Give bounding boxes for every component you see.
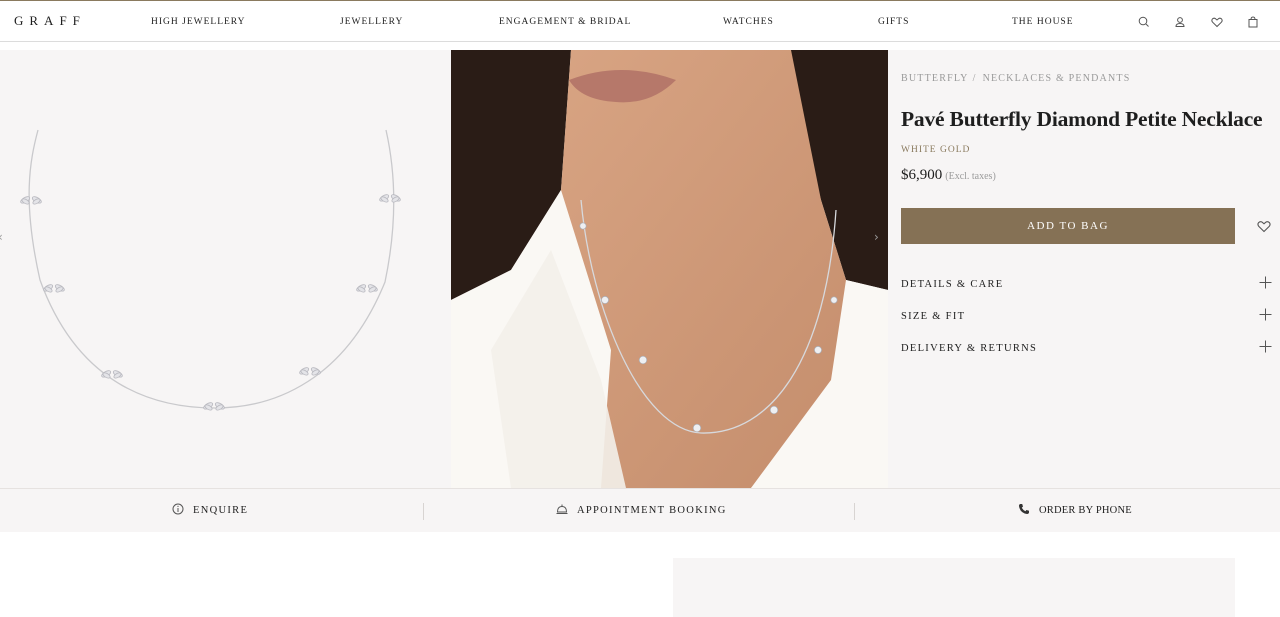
- breadcrumb-butterfly[interactable]: BUTTERFLY: [901, 73, 969, 84]
- info-icon: [172, 503, 184, 515]
- gallery-next-arrow-icon[interactable]: ›: [874, 230, 879, 244]
- accordion-details-care[interactable]: DETAILS & CARE: [901, 276, 1274, 296]
- phone-icon: [1018, 504, 1029, 515]
- gallery-prev-arrow-icon[interactable]: ‹: [0, 230, 3, 244]
- nav-watches[interactable]: WATCHES: [723, 17, 774, 27]
- bag-icon[interactable]: [1246, 15, 1260, 29]
- breadcrumb-separator: /: [972, 73, 977, 84]
- plus-icon: [1259, 340, 1272, 353]
- plus-icon: [1259, 276, 1272, 289]
- nav-high-jewellery[interactable]: HIGH JEWELLERY: [151, 17, 245, 27]
- contact-action-bar: ENQUIRE APPOINTMENT BOOKING ORDER BY PHO…: [0, 488, 1280, 532]
- metal-label: WHITE GOLD: [901, 145, 971, 155]
- accordion-delivery-returns[interactable]: DELIVERY & RETURNS: [901, 340, 1274, 360]
- necklace-illustration: [20, 129, 401, 411]
- add-to-bag-button[interactable]: ADD TO BAG: [901, 208, 1235, 244]
- graff-logo[interactable]: GRAFF: [14, 13, 86, 29]
- accordion-label: DELIVERY & RETURNS: [901, 343, 1038, 354]
- plus-icon: [1259, 308, 1272, 321]
- nav-jewellery[interactable]: JEWELLERY: [340, 17, 403, 27]
- appointment-label: APPOINTMENT BOOKING: [577, 505, 727, 516]
- search-icon[interactable]: [1137, 15, 1151, 29]
- add-to-wishlist-heart-icon[interactable]: [1256, 218, 1272, 234]
- nav-the-house[interactable]: THE HOUSE: [1012, 17, 1074, 27]
- content-placeholder: [673, 558, 1235, 617]
- tax-note: (Excl. taxes): [945, 171, 996, 182]
- account-icon[interactable]: [1173, 15, 1187, 29]
- enquire-link[interactable]: ENQUIRE: [172, 503, 248, 516]
- site-header: GRAFF HIGH JEWELLERY JEWELLERY ENGAGEMEN…: [0, 0, 1280, 42]
- nav-gifts[interactable]: GIFTS: [878, 17, 909, 27]
- model-illustration: [451, 50, 888, 488]
- concierge-bell-icon: [556, 504, 568, 514]
- divider: [854, 503, 855, 520]
- accordion-size-fit[interactable]: SIZE & FIT: [901, 308, 1274, 328]
- product-title: Pavé Butterfly Diamond Petite Necklace: [901, 107, 1263, 131]
- price-value: $6,900: [901, 167, 943, 183]
- product-info-panel: BUTTERFLY / NECKLACES & PENDANTS Pavé Butt…: [888, 50, 1280, 488]
- price: $6,900 (Excl. taxes): [901, 167, 996, 184]
- model-wearing-necklace-image[interactable]: ›: [451, 50, 888, 488]
- order-by-phone-link[interactable]: ORDER BY PHONE: [1018, 503, 1132, 516]
- breadcrumb-necklaces-pendants[interactable]: NECKLACES & PENDANTS: [983, 73, 1131, 84]
- enquire-label: ENQUIRE: [193, 505, 249, 516]
- nav-engagement-bridal[interactable]: ENGAGEMENT & BRIDAL: [499, 17, 631, 27]
- divider: [423, 503, 424, 520]
- appointment-booking-link[interactable]: APPOINTMENT BOOKING: [556, 503, 727, 516]
- accordion-label: DETAILS & CARE: [901, 279, 1004, 290]
- accordion-label: SIZE & FIT: [901, 311, 966, 322]
- necklace-product-image[interactable]: ‹: [0, 50, 451, 488]
- breadcrumb: BUTTERFLY / NECKLACES & PENDANTS: [901, 73, 1130, 84]
- wishlist-icon[interactable]: [1210, 15, 1224, 29]
- phone-label: ORDER BY PHONE: [1039, 505, 1132, 516]
